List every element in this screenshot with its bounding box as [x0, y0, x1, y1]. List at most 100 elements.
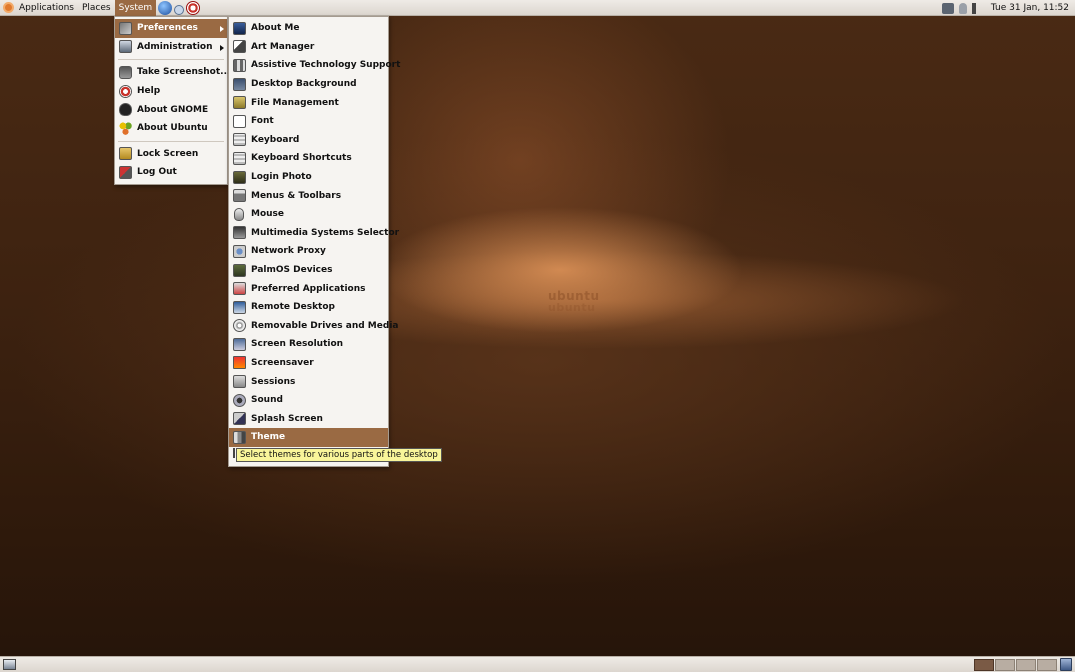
submenu-arrow-icon	[220, 44, 224, 51]
menu-item-label: Theme	[251, 432, 286, 443]
menu-item-label: Multimedia Systems Selector	[251, 227, 400, 238]
preferences-submenu: About Me Art Manager Assistive Technolog…	[228, 16, 400, 467]
menu-item-about-gnome[interactable]: About GNOME	[115, 100, 227, 119]
volume-icon[interactable]	[971, 2, 982, 14]
workspace-1[interactable]	[974, 659, 994, 671]
menu-item-sound[interactable]: Sound	[229, 391, 388, 410]
ubuntu-watermark: ubuntu ubuntu	[548, 290, 600, 314]
menu-item-log-out[interactable]: Log Out	[115, 163, 227, 182]
network-icon	[233, 244, 246, 258]
menu-item-screen-resolution[interactable]: Screen Resolution	[229, 335, 388, 354]
splash-icon	[233, 412, 246, 426]
ubuntu-logo-icon[interactable]	[3, 2, 14, 13]
menu-item-label: Log Out	[137, 167, 177, 178]
menu-item-menus-toolbars[interactable]: Menus & Toolbars	[229, 186, 388, 205]
menu-item-desktop-background[interactable]: Desktop Background	[229, 75, 388, 94]
menu-item-label: PalmOS Devices	[251, 265, 333, 276]
menu-item-file-management[interactable]: File Management	[229, 93, 388, 112]
watermark-line-2: ubuntu	[548, 301, 596, 314]
menu-item-preferences[interactable]: Preferences	[115, 19, 227, 38]
menu-item-label: Keyboard	[251, 134, 300, 145]
menu-item-label: About Ubuntu	[137, 123, 208, 134]
menu-item-label: Font	[251, 116, 274, 127]
menu-item-mouse[interactable]: Mouse	[229, 205, 388, 224]
help-icon	[119, 84, 132, 98]
desktop-icon	[233, 77, 246, 91]
accessibility-icon	[233, 58, 246, 72]
menu-item-network-proxy[interactable]: Network Proxy	[229, 242, 388, 261]
menu-item-label: Administration	[137, 41, 213, 52]
menu-item-lock-screen[interactable]: Lock Screen	[115, 145, 227, 164]
menu-item-label: Removable Drives and Media	[251, 320, 399, 331]
menu-item-label: Preferred Applications	[251, 283, 366, 294]
workspace-3[interactable]	[1016, 659, 1036, 671]
menu-item-label: Preferences	[137, 23, 198, 34]
top-panel: Applications Places System Tue 31 Jan, 1…	[0, 0, 1075, 16]
system-dropdown-menu: Preferences Administration Take Screensh…	[114, 16, 231, 185]
workspace-switcher	[974, 659, 1057, 671]
menu-item-label: Login Photo	[251, 172, 312, 183]
menu-item-preferred-applications[interactable]: Preferred Applications	[229, 279, 388, 298]
menu-item-label: Screen Resolution	[251, 339, 344, 350]
menu-item-theme[interactable]: Theme	[229, 428, 388, 447]
multimedia-icon	[233, 226, 246, 240]
help-icon[interactable]	[186, 0, 201, 15]
bottom-panel	[0, 656, 1075, 672]
submenu-arrow-icon	[220, 26, 224, 32]
places-menu[interactable]: Places	[78, 0, 115, 16]
mouse-icon	[234, 207, 244, 221]
update-notifier-icon[interactable]	[958, 2, 967, 14]
theme-icon	[233, 430, 246, 444]
menu-item-screensaver[interactable]: Screensaver	[229, 354, 388, 373]
tooltip-pointer	[233, 448, 235, 458]
applications-menu[interactable]: Applications	[15, 0, 78, 16]
menu-item-multimedia-selector[interactable]: Multimedia Systems Selector	[229, 224, 399, 243]
menu-item-label: Desktop Background	[251, 79, 357, 90]
user-icon	[233, 21, 246, 35]
menu-item-remote-desktop[interactable]: Remote Desktop	[229, 298, 388, 317]
show-desktop-icon[interactable]	[3, 659, 16, 670]
menu-item-about-ubuntu[interactable]: About Ubuntu	[115, 119, 227, 138]
menu-item-label: Lock Screen	[137, 148, 199, 159]
workspace-2[interactable]	[995, 659, 1015, 671]
tools-icon	[119, 21, 132, 35]
menus-icon	[233, 189, 246, 203]
menu-item-sessions[interactable]: Sessions	[229, 372, 388, 391]
menu-item-keyboard-shortcuts[interactable]: Keyboard Shortcuts	[229, 149, 388, 168]
art-icon	[233, 40, 246, 54]
notification-area: Tue 31 Jan, 11:52	[941, 0, 1069, 16]
menu-item-help[interactable]: Help	[115, 82, 227, 101]
logout-icon	[119, 165, 132, 179]
clock[interactable]: Tue 31 Jan, 11:52	[991, 3, 1069, 13]
preferred-apps-icon	[233, 282, 246, 296]
keyboard-shortcuts-icon	[233, 151, 246, 165]
menu-item-administration[interactable]: Administration	[115, 38, 227, 57]
menu-item-palmos-devices[interactable]: PalmOS Devices	[229, 261, 388, 280]
menu-item-login-photo[interactable]: Login Photo	[229, 168, 388, 187]
menu-item-label: Assistive Technology Support	[251, 60, 401, 71]
web-browser-icon[interactable]	[158, 0, 173, 15]
menu-item-label: Mouse	[251, 209, 285, 220]
trash-icon[interactable]	[1060, 658, 1072, 671]
remote-desktop-icon	[233, 300, 246, 314]
menu-item-font[interactable]: Font	[229, 112, 388, 131]
menu-item-removable-drives[interactable]: Removable Drives and Media	[229, 317, 398, 336]
system-menu[interactable]: System	[114, 0, 157, 16]
menu-item-splash-screen[interactable]: Splash Screen	[229, 409, 388, 428]
menu-item-label: Take Screenshot...	[137, 67, 231, 78]
photo-icon	[233, 170, 246, 184]
menu-item-label: About GNOME	[137, 104, 209, 115]
network-monitor-icon[interactable]	[941, 2, 954, 14]
workspace-4[interactable]	[1037, 659, 1057, 671]
menu-item-assistive-technology[interactable]: Assistive Technology Support	[229, 56, 400, 75]
menu-item-label: Art Manager	[251, 41, 315, 52]
menu-item-keyboard[interactable]: Keyboard	[229, 131, 388, 150]
menu-item-label: Splash Screen	[251, 413, 323, 424]
resolution-icon	[233, 337, 246, 351]
menu-item-take-screenshot[interactable]: Take Screenshot...	[115, 63, 231, 82]
menu-item-about-me[interactable]: About Me	[229, 19, 388, 38]
menu-separator	[118, 140, 224, 142]
mail-icon[interactable]	[174, 4, 185, 15]
menu-item-art-manager[interactable]: Art Manager	[229, 38, 388, 57]
sound-icon	[233, 393, 246, 407]
